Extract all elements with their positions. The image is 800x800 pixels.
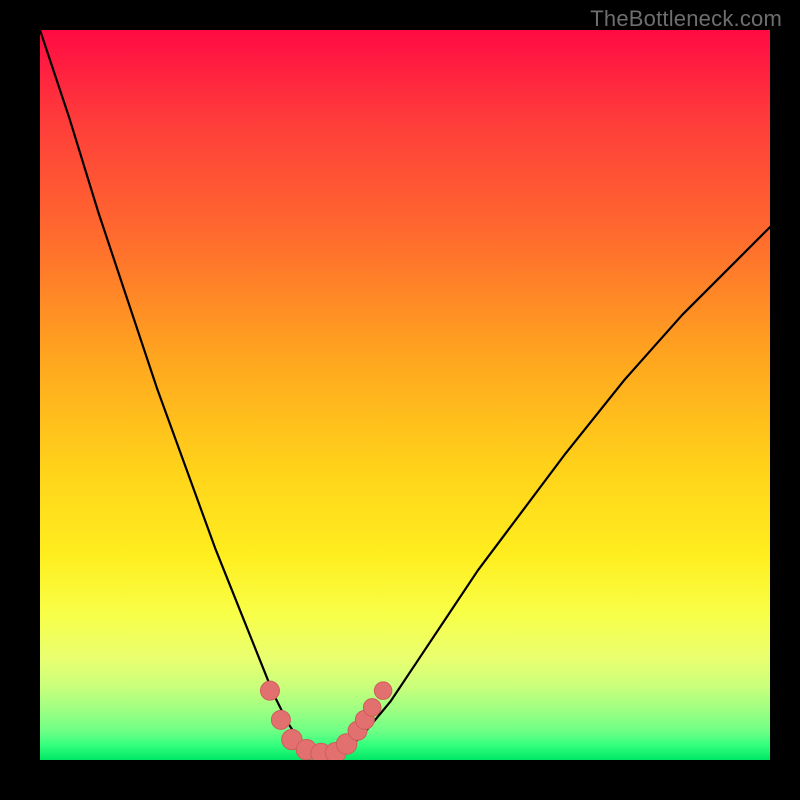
curve-marker <box>271 710 290 729</box>
bottleneck-curve <box>40 30 770 755</box>
curve-markers <box>260 681 391 760</box>
plot-area <box>40 30 770 760</box>
curve-svg <box>40 30 770 760</box>
watermark-text: TheBottleneck.com <box>590 6 782 32</box>
chart-frame: TheBottleneck.com <box>0 0 800 800</box>
curve-marker <box>374 682 392 700</box>
curve-marker <box>363 699 381 717</box>
curve-marker <box>260 681 279 700</box>
